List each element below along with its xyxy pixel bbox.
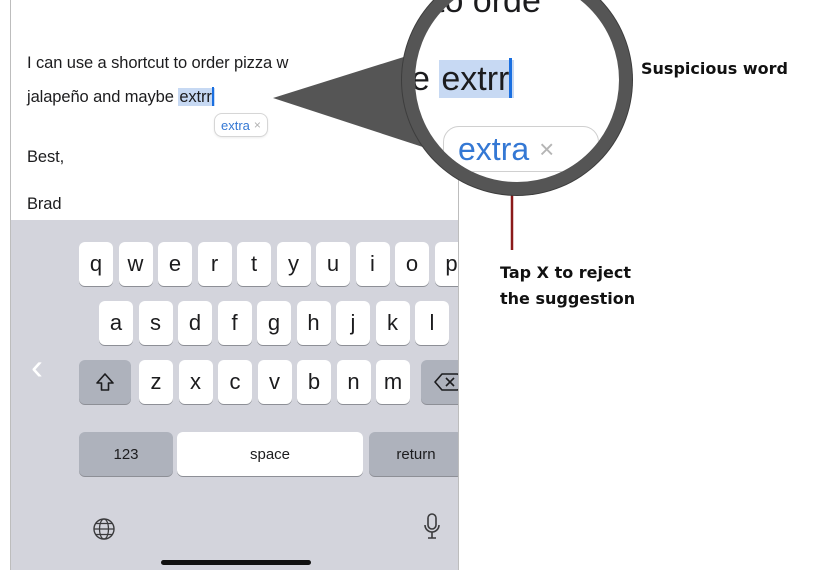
key-k[interactable]: k <box>375 301 410 345</box>
key-a[interactable]: a <box>99 301 133 345</box>
key-w[interactable]: w <box>118 242 153 286</box>
autocorrect-suggestion[interactable]: extra × <box>214 113 268 137</box>
key-y[interactable]: y <box>276 242 311 286</box>
microphone-icon[interactable] <box>423 512 441 542</box>
delete-key[interactable] <box>421 360 458 404</box>
key-i[interactable]: i <box>355 242 390 286</box>
callout-reject-line-1: Tap X to reject <box>500 263 631 282</box>
globe-icon[interactable] <box>92 517 116 541</box>
key-s[interactable]: s <box>138 301 173 345</box>
suggestion-text[interactable]: extra <box>221 118 250 133</box>
key-e[interactable]: e <box>158 242 192 286</box>
phone-screen: I can use a shortcut to order pizza w ja… <box>10 0 459 570</box>
key-o[interactable]: o <box>395 242 429 286</box>
magnified-dismiss-icon: × <box>539 133 555 164</box>
home-indicator[interactable] <box>161 560 311 565</box>
chevron-left-icon[interactable]: ‹ <box>31 349 43 385</box>
misspelled-word[interactable]: extrr <box>178 87 215 106</box>
dismiss-suggestion-icon[interactable]: × <box>254 118 261 132</box>
key-d[interactable]: d <box>178 301 212 345</box>
key-n[interactable]: n <box>336 360 371 404</box>
key-x[interactable]: x <box>178 360 213 404</box>
shift-icon <box>96 373 114 391</box>
key-v[interactable]: v <box>257 360 292 404</box>
key-p[interactable]: p <box>434 242 458 286</box>
key-t[interactable]: t <box>237 242 271 286</box>
numbers-key[interactable]: 123 <box>79 432 173 476</box>
key-r[interactable]: r <box>197 242 232 286</box>
space-key[interactable]: space <box>177 432 363 476</box>
callout-reject-line-2: the suggestion <box>500 289 636 308</box>
magnified-suggestion-text: extra <box>458 130 530 167</box>
key-u[interactable]: u <box>316 242 350 286</box>
magnified-suggestion: extra × <box>443 126 599 172</box>
keyboard: ‹ qwertyuiop asdfghjkl zxcvbnm 123 space… <box>11 220 458 570</box>
magnified-caret <box>509 58 513 98</box>
key-j[interactable]: j <box>336 301 370 345</box>
key-f[interactable]: f <box>217 301 252 345</box>
body-line-4: Brad <box>27 195 62 213</box>
message-body[interactable]: I can use a shortcut to order pizza w ja… <box>11 0 458 220</box>
key-h[interactable]: h <box>296 301 331 345</box>
body-line-2: jalapeño and maybe extrr <box>27 87 215 107</box>
key-m[interactable]: m <box>376 360 410 404</box>
text-caret <box>211 87 214 106</box>
shift-key[interactable] <box>79 360 131 404</box>
key-z[interactable]: z <box>139 360 173 404</box>
delete-icon <box>434 373 458 391</box>
key-q[interactable]: q <box>79 242 113 286</box>
body-line-3: Best, <box>27 148 65 166</box>
body-line-2-prefix: jalapeño and maybe <box>27 88 179 106</box>
callout-suspicious-word: Suspicious word <box>641 59 788 78</box>
return-key[interactable]: return <box>369 432 458 476</box>
key-g[interactable]: g <box>257 301 291 345</box>
key-b[interactable]: b <box>297 360 331 404</box>
key-l[interactable]: l <box>415 301 449 345</box>
key-c[interactable]: c <box>218 360 252 404</box>
body-line-1: I can use a shortcut to order pizza w <box>27 54 289 72</box>
